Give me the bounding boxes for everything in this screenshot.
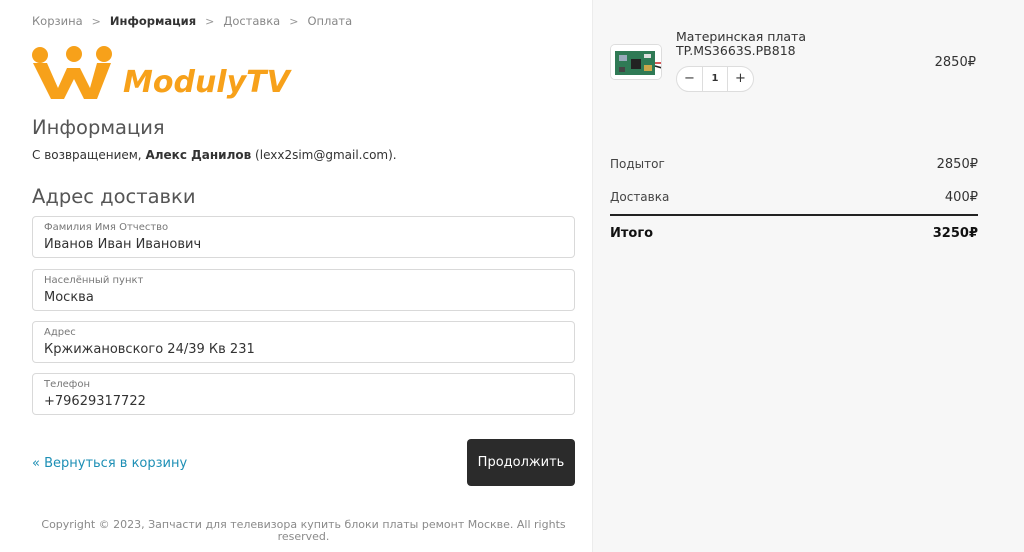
quantity-value[interactable]: 1	[702, 67, 728, 91]
subtotal-row: Подытог 2850₽	[610, 157, 978, 172]
user-name: Алекс Данилов	[145, 148, 252, 162]
breadcrumb: Корзина > Информация > Доставка > Оплата	[32, 14, 352, 28]
subtotal-value: 2850₽	[936, 157, 978, 172]
order-summary: Материнская плата TP.MS3663S.PB818 − 1 +…	[592, 0, 1024, 552]
product-price: 2850₽	[934, 55, 976, 70]
product-name: Материнская плата TP.MS3663S.PB818	[676, 29, 806, 58]
chevron-right-icon: >	[289, 14, 299, 28]
back-to-cart-link[interactable]: « Вернуться в корзину	[32, 456, 187, 471]
phone-input[interactable]	[44, 394, 564, 409]
breadcrumb-payment: Оплата	[307, 14, 353, 28]
quantity-stepper[interactable]: − 1 +	[676, 66, 754, 92]
breadcrumb-information: Информация	[109, 14, 197, 28]
address-field[interactable]: Адрес	[32, 321, 575, 363]
decrease-quantity-button[interactable]: −	[677, 67, 702, 91]
breadcrumb-cart[interactable]: Корзина	[32, 14, 83, 28]
subtotal-label: Подытог	[610, 157, 665, 171]
welcome-message: С возвращением, Алекс Данилов (lexx2sim@…	[32, 148, 397, 162]
welcome-prefix: С возвращением,	[32, 148, 142, 162]
shipping-address-heading: Адрес доставки	[32, 185, 196, 208]
circuit-board-icon	[611, 45, 661, 79]
full-name-label: Фамилия Имя Отчество	[44, 222, 169, 233]
shipping-label: Доставка	[610, 190, 670, 204]
product-thumbnail	[610, 44, 662, 80]
phone-field[interactable]: Телефон	[32, 373, 575, 415]
user-email: (lexx2sim@gmail.com).	[255, 148, 397, 162]
shipping-row: Доставка 400₽	[610, 190, 978, 205]
city-field[interactable]: Населённый пункт	[32, 269, 575, 311]
checkout-main: Корзина > Информация > Доставка > Оплата…	[0, 0, 592, 552]
total-label: Итого	[610, 226, 654, 241]
chevron-right-icon: >	[205, 14, 215, 28]
continue-button[interactable]: Продолжить	[467, 439, 575, 486]
full-name-field[interactable]: Фамилия Имя Отчество	[32, 216, 575, 258]
city-input[interactable]	[44, 290, 564, 305]
total-value: 3250₽	[932, 226, 978, 241]
shipping-value: 400₽	[944, 190, 978, 205]
full-name-input[interactable]	[44, 237, 564, 252]
chevron-right-icon: >	[91, 14, 101, 28]
information-heading: Информация	[32, 116, 165, 139]
total-divider	[610, 214, 978, 216]
modulytv-logo[interactable]: ModulyTV	[31, 45, 331, 101]
logo-mark-icon	[32, 46, 112, 99]
total-row: Итого 3250₽	[610, 226, 978, 241]
city-label: Населённый пункт	[44, 275, 144, 286]
breadcrumb-shipping: Доставка	[223, 14, 281, 28]
address-label: Адрес	[44, 327, 76, 338]
address-input[interactable]	[44, 342, 564, 357]
increase-quantity-button[interactable]: +	[728, 67, 753, 91]
copyright-text: Copyright © 2023, Запчасти для телевизор…	[41, 518, 566, 543]
logo-text: ModulyTV	[123, 65, 293, 100]
phone-label: Телефон	[44, 379, 91, 390]
